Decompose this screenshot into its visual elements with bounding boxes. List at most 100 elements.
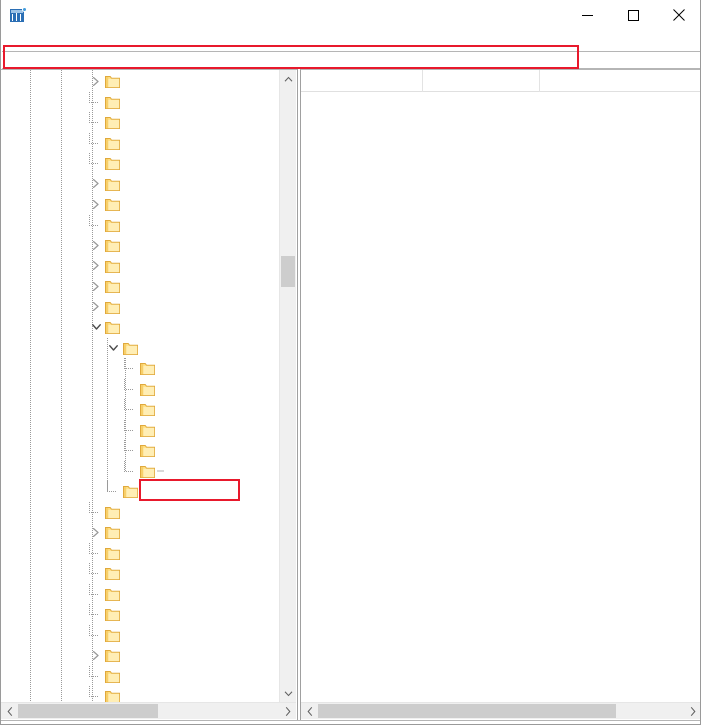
tree-item[interactable] bbox=[1, 440, 279, 461]
tree-item[interactable] bbox=[1, 317, 279, 338]
folder-icon bbox=[105, 608, 120, 621]
tree-elbow-line bbox=[124, 470, 133, 472]
tree-guide-stub bbox=[89, 583, 90, 595]
column-header-type[interactable] bbox=[423, 70, 540, 92]
tree-item[interactable] bbox=[1, 563, 279, 584]
tree-item[interactable] bbox=[1, 276, 279, 297]
tree-item[interactable] bbox=[1, 71, 279, 92]
tree-item[interactable] bbox=[1, 542, 279, 564]
tree-scroll-right-button[interactable] bbox=[279, 703, 296, 719]
chevron-right-icon[interactable] bbox=[90, 260, 102, 272]
folder-icon bbox=[105, 96, 120, 109]
tree-item[interactable] bbox=[1, 297, 279, 318]
tree-elbow-line bbox=[124, 388, 133, 390]
folder-icon bbox=[105, 116, 120, 129]
tree-item[interactable] bbox=[1, 481, 279, 502]
tree-item[interactable] bbox=[1, 194, 279, 215]
menu-item-file[interactable] bbox=[7, 39, 21, 41]
tree-scroll-up-button[interactable] bbox=[280, 70, 296, 87]
folder-icon bbox=[140, 424, 155, 437]
tree-item[interactable] bbox=[1, 665, 279, 687]
tree-scroll-thumb[interactable] bbox=[281, 256, 295, 287]
tree-item[interactable] bbox=[1, 522, 279, 543]
tree-item[interactable] bbox=[1, 153, 279, 174]
minimize-button[interactable] bbox=[564, 0, 610, 30]
folder-icon bbox=[105, 690, 120, 702]
menu-item-view[interactable] bbox=[35, 39, 49, 41]
maximize-button[interactable] bbox=[610, 0, 656, 30]
registry-tree-viewport[interactable] bbox=[1, 70, 279, 702]
tree-item[interactable] bbox=[1, 91, 279, 113]
tree-scroll-left-button[interactable] bbox=[1, 703, 18, 719]
chevron-right-icon[interactable] bbox=[90, 75, 102, 87]
tree-item[interactable] bbox=[1, 214, 279, 236]
tree-item[interactable] bbox=[1, 624, 279, 646]
chevron-right-icon[interactable] bbox=[90, 301, 102, 313]
chevron-down-icon[interactable] bbox=[108, 342, 120, 354]
tree-item-label bbox=[157, 469, 164, 472]
chevron-right-icon[interactable] bbox=[90, 239, 102, 251]
folder-icon bbox=[105, 526, 120, 539]
tree-elbow-line bbox=[89, 593, 98, 595]
column-header-data[interactable] bbox=[540, 70, 700, 92]
values-scroll-left-button[interactable] bbox=[301, 703, 318, 719]
tree-item[interactable] bbox=[1, 235, 279, 256]
tree-item[interactable] bbox=[1, 132, 279, 154]
tree-item[interactable] bbox=[1, 501, 279, 523]
column-header-name[interactable] bbox=[301, 70, 423, 92]
tree-guide-stub bbox=[89, 153, 90, 164]
tree-elbow-line bbox=[124, 368, 133, 369]
folder-icon bbox=[140, 444, 155, 457]
folder-icon bbox=[105, 198, 120, 211]
tree-elbow-line bbox=[106, 491, 116, 492]
tree-item[interactable] bbox=[1, 604, 279, 625]
close-button[interactable] bbox=[656, 0, 700, 30]
tree-guide-stub bbox=[89, 686, 90, 697]
status-bar bbox=[1, 720, 700, 724]
tree-guide-stub bbox=[89, 563, 90, 574]
tree-item[interactable] bbox=[1, 583, 279, 605]
tree-guide-stub bbox=[89, 214, 90, 226]
chevron-down-icon[interactable] bbox=[90, 321, 102, 333]
tree-scroll-down-button[interactable] bbox=[280, 685, 296, 702]
chevron-right-icon[interactable] bbox=[90, 198, 102, 210]
chevron-right-icon[interactable] bbox=[90, 526, 102, 538]
tree-item[interactable] bbox=[1, 399, 279, 420]
tree-item[interactable] bbox=[1, 174, 279, 195]
chevron-right-icon[interactable] bbox=[90, 649, 102, 661]
menu-item-help[interactable] bbox=[63, 39, 77, 41]
values-hscroll-thumb[interactable] bbox=[318, 704, 616, 718]
tree-item[interactable] bbox=[1, 686, 279, 702]
tree-item[interactable] bbox=[1, 338, 279, 359]
tree-elbow-line bbox=[89, 224, 98, 226]
tree-item[interactable] bbox=[1, 256, 279, 277]
menu-item-edit[interactable] bbox=[21, 39, 35, 41]
values-horizontal-scrollbar[interactable] bbox=[301, 702, 700, 719]
folder-icon bbox=[105, 137, 120, 150]
chevron-right-icon[interactable] bbox=[90, 280, 102, 292]
tree-guide-stub bbox=[124, 419, 125, 431]
tree-guide-stub bbox=[89, 542, 90, 554]
values-scroll-right-button[interactable] bbox=[684, 703, 700, 719]
tree-item[interactable] bbox=[1, 112, 279, 133]
tree-vertical-scrollbar[interactable] bbox=[279, 70, 296, 702]
folder-icon bbox=[105, 75, 120, 88]
tree-elbow-line bbox=[89, 511, 98, 513]
tree-hscroll-thumb[interactable] bbox=[18, 704, 158, 718]
tree-item[interactable] bbox=[1, 645, 279, 666]
tree-guide-stub bbox=[124, 378, 125, 390]
window-controls bbox=[564, 0, 700, 30]
tree-elbow-line bbox=[89, 573, 98, 574]
tree-item-selected[interactable] bbox=[1, 460, 279, 482]
address-bar[interactable] bbox=[2, 51, 700, 69]
tree-guide-stub bbox=[124, 440, 125, 451]
tree-horizontal-scrollbar[interactable] bbox=[1, 702, 296, 719]
tree-item[interactable] bbox=[1, 378, 279, 400]
chevron-right-icon[interactable] bbox=[90, 178, 102, 190]
registry-tree-pane bbox=[1, 69, 297, 724]
folder-icon bbox=[140, 403, 155, 416]
menu-item-favorites[interactable] bbox=[49, 39, 63, 41]
tree-item[interactable] bbox=[1, 419, 279, 441]
registry-values-list[interactable] bbox=[301, 92, 700, 702]
tree-item[interactable] bbox=[1, 358, 279, 379]
